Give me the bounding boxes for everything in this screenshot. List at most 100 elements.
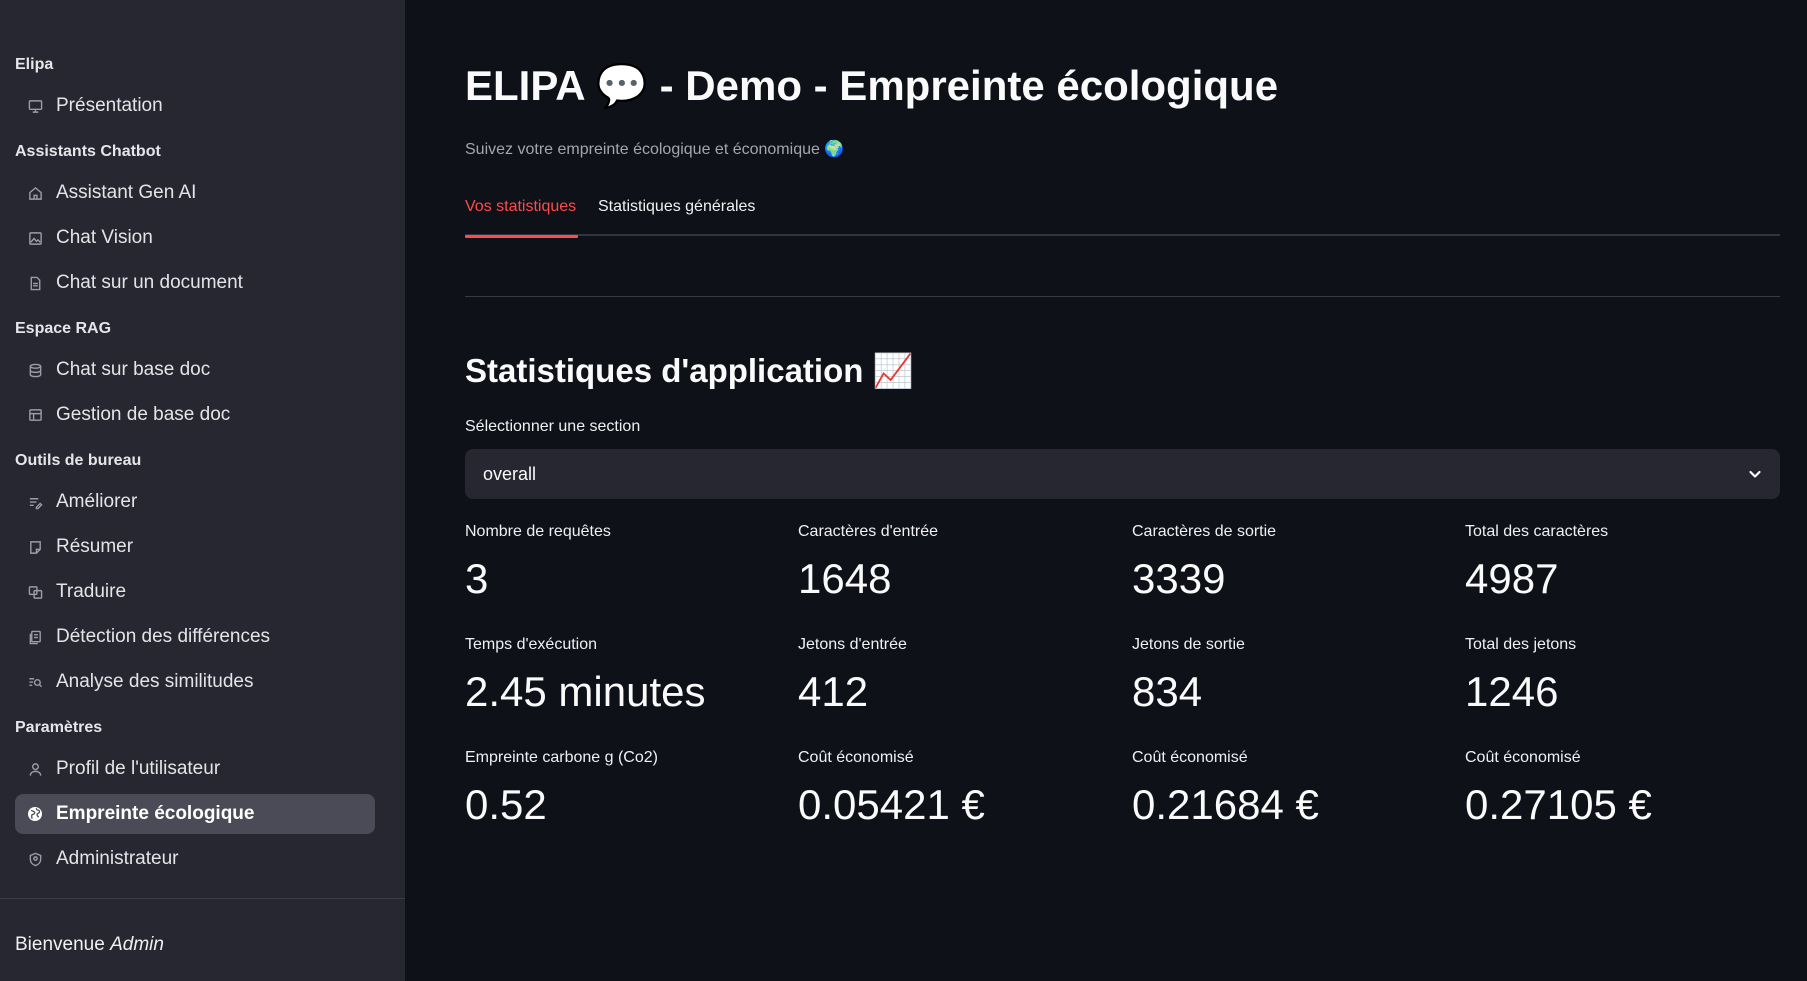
metric-label: Total des jetons	[1465, 636, 1577, 653]
metric-label: Nombre de requêtes	[465, 523, 611, 540]
globe-icon	[27, 806, 43, 822]
metric-value: 1246	[1465, 668, 1559, 715]
sidebar-item-analyse-similitudes[interactable]: Analyse des similitudes	[15, 662, 375, 702]
metric-value: 0.52	[465, 781, 547, 828]
tab-statistiques-generales[interactable]: Statistiques générales	[598, 198, 755, 236]
sidebar-item-label: Traduire	[56, 581, 127, 602]
metric-value: 412	[798, 668, 869, 715]
select-label: Sélectionner une section	[465, 418, 641, 435]
page-title: ELIPA 💬 - Demo - Empreinte écologique	[465, 62, 1279, 109]
metric-value: 4987	[1465, 555, 1559, 602]
metric-label: Coût économisé	[1132, 749, 1248, 766]
metric-label: Total des caractères	[1465, 523, 1609, 540]
divider	[465, 296, 1780, 297]
sidebar-item-traduire[interactable]: Traduire	[15, 572, 375, 612]
sidebar-item-assistant-gen-ai[interactable]: Assistant Gen AI	[15, 173, 375, 213]
welcome-username: Admin	[110, 934, 164, 955]
edit-table-icon	[27, 407, 43, 423]
translate-icon	[27, 584, 43, 600]
metric-value: 0.05421 €	[798, 781, 985, 828]
metric-label: Jetons d'entrée	[798, 636, 907, 653]
metric-temps-execution: Temps d'exécution 2.45 minutes	[465, 636, 785, 716]
section-espace-rag: Espace RAG	[15, 320, 112, 337]
metric-value: 3	[465, 555, 489, 602]
section-assistants-chatbot: Assistants Chatbot	[15, 143, 161, 160]
admin-icon	[27, 851, 43, 867]
sidebar-item-label: Présentation	[56, 95, 163, 116]
sidebar-item-profil-utilisateur[interactable]: Profil de l'utilisateur	[15, 749, 375, 789]
note-icon	[27, 539, 43, 555]
sidebar-divider	[0, 898, 405, 899]
section-outils-de-bureau: Outils de bureau	[15, 452, 142, 469]
select-value: overall	[483, 463, 537, 484]
metric-caracteres-entree: Caractères d'entrée 1648	[798, 523, 1118, 603]
metric-value: 1648	[798, 555, 892, 602]
user-icon	[27, 761, 43, 777]
sidebar-item-gestion-base-doc[interactable]: Gestion de base doc	[15, 395, 375, 435]
metric-value: 3339	[1132, 555, 1226, 602]
section-parametres: Paramètres	[15, 719, 103, 736]
metric-value: 0.27105 €	[1465, 781, 1652, 828]
active-tab-indicator	[465, 235, 578, 238]
sidebar-item-label: Chat sur un document	[56, 272, 243, 293]
metric-total-jetons: Total des jetons 1246	[1465, 636, 1785, 716]
sidebar-item-label: Résumer	[56, 536, 134, 557]
metric-label: Caractères d'entrée	[798, 523, 939, 540]
metric-jetons-entree: Jetons d'entrée 412	[798, 636, 1118, 716]
chevron-down-icon	[1746, 465, 1764, 483]
metric-label: Empreinte carbone g (Co2)	[465, 749, 658, 766]
metric-value: 0.21684 €	[1132, 781, 1319, 828]
metric-cout-economise-entree: Coût économisé 0.05421 €	[798, 749, 1118, 829]
sidebar-item-chat-document[interactable]: Chat sur un document	[15, 263, 375, 303]
metric-label: Jetons de sortie	[1132, 636, 1245, 653]
page-subtitle: Suivez votre empreinte écologique et éco…	[465, 141, 845, 158]
metric-label: Coût économisé	[1465, 749, 1581, 766]
sidebar-item-label: Profil de l'utilisateur	[56, 758, 221, 779]
sidebar-item-label: Chat Vision	[56, 227, 153, 248]
home-icon	[27, 185, 43, 201]
sidebar-item-chat-base-doc[interactable]: Chat sur base doc	[15, 350, 375, 390]
sidebar: Elipa Présentation Assistants Chatbot As…	[0, 0, 405, 981]
sidebar-item-empreinte-ecologique[interactable]: Empreinte écologique	[15, 794, 375, 834]
metric-cout-economise-sortie: Coût économisé 0.21684 €	[1132, 749, 1452, 829]
sidebar-item-detection-differences[interactable]: Détection des différences	[15, 617, 375, 657]
sidebar-item-label: Détection des différences	[56, 626, 271, 647]
metric-nombre-requetes: Nombre de requêtes 3	[465, 523, 785, 603]
sidebar-nav: Elipa Présentation Assistants Chatbot As…	[15, 44, 375, 884]
sidebar-item-label: Assistant Gen AI	[56, 182, 197, 203]
sidebar-item-chat-vision[interactable]: Chat Vision	[15, 218, 375, 258]
sidebar-item-label: Empreinte écologique	[56, 803, 255, 824]
sidebar-item-label: Gestion de base doc	[56, 404, 231, 425]
document-icon	[27, 275, 43, 291]
metric-total-caracteres: Total des caractères 4987	[1465, 523, 1785, 603]
edit-lines-icon	[27, 494, 43, 510]
sidebar-item-administrateur[interactable]: Administrateur	[15, 839, 375, 879]
sidebar-item-label: Améliorer	[56, 491, 138, 512]
metric-value: 834	[1132, 668, 1203, 715]
metric-cout-economise-total: Coût économisé 0.27105 €	[1465, 749, 1785, 829]
compare-icon	[27, 629, 43, 645]
metric-empreinte-carbone: Empreinte carbone g (Co2) 0.52	[465, 749, 785, 829]
tab-label: Vos statistiques	[465, 198, 577, 215]
metric-label: Temps d'exécution	[465, 636, 598, 653]
presentation-icon	[27, 98, 43, 114]
tab-vos-statistiques[interactable]: Vos statistiques	[465, 198, 578, 238]
metric-label: Caractères de sortie	[1132, 523, 1277, 540]
section-elipa: Elipa	[15, 56, 54, 73]
section-title: Statistiques d'application 📈	[465, 352, 914, 389]
sidebar-item-label: Analyse des similitudes	[56, 671, 254, 692]
section-select[interactable]: overall	[465, 449, 1780, 499]
sidebar-item-ameliorer[interactable]: Améliorer	[15, 482, 375, 522]
metric-value: 2.45 minutes	[465, 668, 706, 715]
database-icon	[27, 362, 43, 378]
tab-bar: Vos statistiques Statistiques générales	[465, 196, 1780, 238]
sidebar-item-presentation[interactable]: Présentation	[15, 86, 375, 126]
sidebar-item-resumer[interactable]: Résumer	[15, 527, 375, 567]
metric-label: Coût économisé	[798, 749, 914, 766]
sidebar-item-label: Chat sur base doc	[56, 359, 211, 380]
welcome-prefix: Bienvenue	[15, 934, 105, 955]
welcome-message: Bienvenue Admin	[15, 934, 164, 956]
find-similar-icon	[27, 674, 43, 690]
image-icon	[27, 230, 43, 246]
metric-caracteres-sortie: Caractères de sortie 3339	[1132, 523, 1452, 603]
